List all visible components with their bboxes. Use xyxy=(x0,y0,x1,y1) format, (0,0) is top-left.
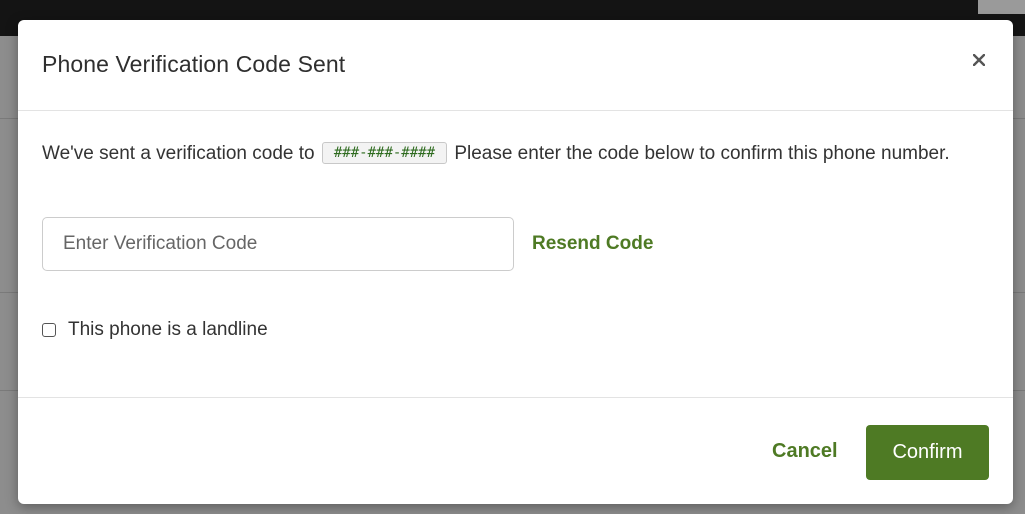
close-icon xyxy=(973,54,985,66)
landline-checkbox-label: This phone is a landline xyxy=(68,319,268,340)
confirm-button[interactable]: Confirm xyxy=(866,425,989,480)
dialog-title: Phone Verification Code Sent xyxy=(42,51,346,77)
message-text-before: We've sent a verification code to xyxy=(42,143,315,164)
dialog-header: Phone Verification Code Sent xyxy=(18,20,1013,111)
landline-checkbox-row[interactable]: This phone is a landline xyxy=(42,319,268,341)
phone-verification-dialog: Phone Verification Code Sent We've sent … xyxy=(18,20,1013,504)
verification-message: We've sent a verification code to ###-##… xyxy=(42,139,997,169)
dialog-footer: Cancel Confirm xyxy=(18,397,1013,505)
cancel-button[interactable]: Cancel xyxy=(772,440,838,463)
message-text-after: Please enter the code below to confirm t… xyxy=(454,143,950,164)
close-button[interactable] xyxy=(967,48,991,72)
resend-code-link[interactable]: Resend Code xyxy=(532,233,653,255)
background-search-box xyxy=(978,0,1025,14)
masked-phone-number: ###-###-#### xyxy=(321,142,448,164)
landline-checkbox[interactable] xyxy=(42,323,56,337)
verification-code-input[interactable] xyxy=(42,217,514,271)
dialog-body: We've sent a verification code to ###-##… xyxy=(18,111,1013,396)
